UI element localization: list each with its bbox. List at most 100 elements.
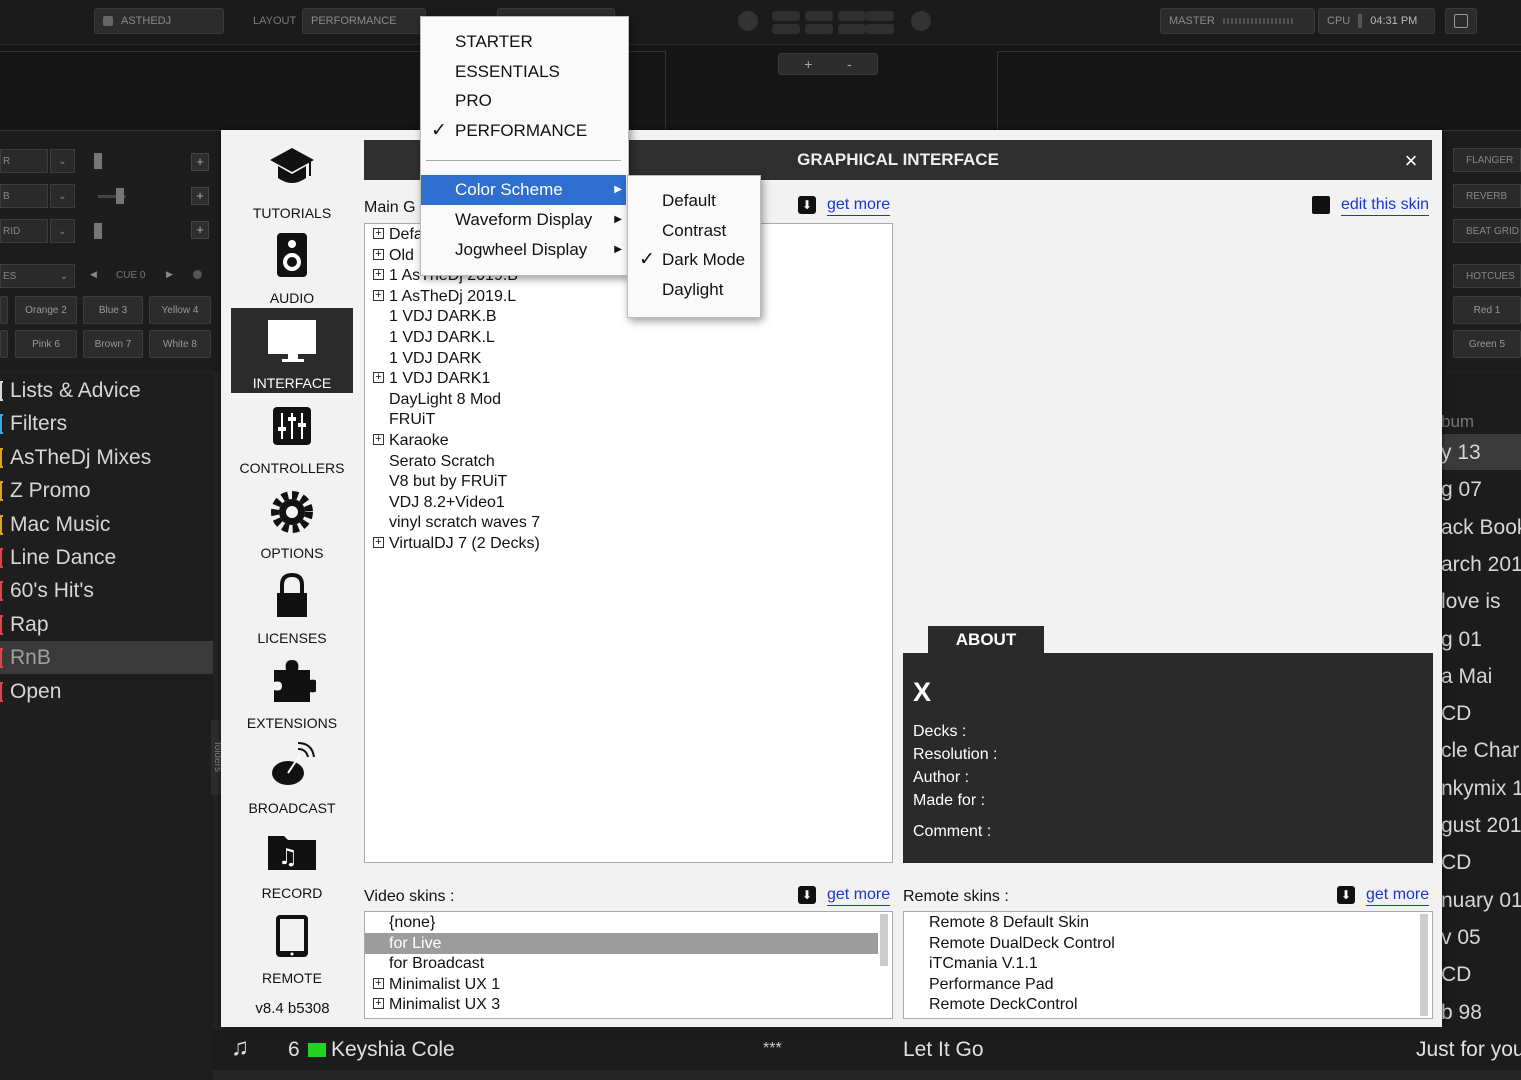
- list-item[interactable]: + Karaoke: [365, 430, 892, 451]
- effect-button-beatgrid[interactable]: BEAT GRID: [1453, 219, 1521, 243]
- list-item[interactable]: + Minimalist UX 3: [365, 994, 878, 1015]
- layout-select[interactable]: PERFORMANCE: [302, 8, 426, 34]
- deck-pill[interactable]: [838, 24, 866, 34]
- list-item[interactable]: Serato Scratch: [365, 451, 892, 472]
- expand-icon[interactable]: +: [373, 537, 384, 548]
- hotcue-pad[interactable]: [0, 330, 8, 358]
- browser-row-cell[interactable]: CD: [1441, 845, 1521, 881]
- expand-icon[interactable]: +: [373, 977, 384, 989]
- browser-row-cell[interactable]: CD: [1441, 957, 1521, 993]
- list-item[interactable]: + VirtualDJ 7 (2 Decks): [365, 533, 892, 554]
- track-row[interactable]: ♫ 6 Keyshia Cole *** Let It Go Just for …: [213, 1030, 1521, 1070]
- hotcue-pad[interactable]: White 8: [149, 330, 211, 358]
- download-icon[interactable]: ⬇: [1337, 886, 1355, 904]
- browser-row-cell[interactable]: gust 201: [1441, 808, 1521, 844]
- chevron-down-icon[interactable]: ⌄: [50, 149, 75, 173]
- pad-mode-hotcues[interactable]: HOTCUES: [1453, 264, 1521, 288]
- browser-row-cell[interactable]: nuary 01: [1441, 883, 1521, 919]
- effect-button-flanger[interactable]: FLANGER: [1453, 148, 1521, 172]
- list-item[interactable]: Performance Pad: [904, 974, 1417, 995]
- remote-get-more-link[interactable]: get more: [1366, 885, 1430, 906]
- folder-item[interactable]: Lists & Advice: [0, 374, 213, 407]
- deck-plus-button[interactable]: +: [804, 56, 812, 72]
- list-item[interactable]: iTCmania V.1.1: [904, 953, 1417, 974]
- menu-item[interactable]: Contrast: [628, 216, 758, 246]
- list-item[interactable]: +1 VDJ DARK1: [365, 368, 892, 389]
- nav-interface[interactable]: INTERFACE: [231, 308, 353, 393]
- list-item[interactable]: VDJ 8.2+Video1: [365, 492, 892, 513]
- hotcue-pad[interactable]: Brown 7: [83, 330, 143, 358]
- download-icon[interactable]: ⬇: [798, 886, 816, 904]
- nav-controllers[interactable]: CONTROLLERS: [231, 393, 353, 478]
- nav-record[interactable]: ♫ RECORD: [231, 818, 353, 903]
- expand-icon[interactable]: +: [373, 289, 384, 301]
- folder-item[interactable]: Open: [0, 675, 213, 708]
- nav-options[interactable]: OPTIONS: [231, 478, 353, 563]
- hotcue-pad[interactable]: Yellow 4: [149, 296, 211, 324]
- deck-pill[interactable]: [838, 11, 866, 21]
- browser-row-cell[interactable]: nkymix 1: [1441, 771, 1521, 807]
- video-skins-list[interactable]: {none} for Live for Broadcast + Minimalist U…: [364, 911, 893, 1019]
- deck-right-dot[interactable]: [911, 11, 931, 31]
- close-icon[interactable]: ×: [1398, 148, 1424, 174]
- effect-add-button[interactable]: +: [191, 221, 209, 239]
- pad-dot[interactable]: [193, 270, 202, 279]
- list-item[interactable]: V8 but by FRUiT: [365, 471, 892, 492]
- deck-minus-button[interactable]: -: [847, 56, 852, 72]
- folder-item[interactable]: Line Dance: [0, 541, 213, 574]
- list-item[interactable]: 1 VDJ DARK: [365, 348, 892, 369]
- effect-add-button[interactable]: +: [191, 187, 209, 205]
- effect-slider-knob[interactable]: [94, 223, 102, 239]
- hotcue-pad[interactable]: Green 5: [1453, 330, 1521, 358]
- browser-row-cell[interactable]: ack Book: [1441, 510, 1521, 546]
- main-skins-list[interactable]: +Defa+Old+1 AsTheDj 2019.B+1 AsTheDj 201…: [364, 223, 893, 863]
- folder-item[interactable]: Z Promo: [0, 474, 213, 507]
- chevron-down-icon[interactable]: ⌄: [50, 219, 75, 243]
- list-item[interactable]: for Broadcast: [365, 953, 878, 974]
- hotcue-pad[interactable]: Pink 6: [15, 330, 77, 358]
- hotcue-pad[interactable]: Orange 2: [15, 296, 77, 324]
- nav-audio[interactable]: AUDIO: [231, 223, 353, 308]
- browser-row-cell[interactable]: love is: [1441, 584, 1521, 620]
- edit-skin-link[interactable]: edit this skin: [1341, 195, 1430, 216]
- folder-item[interactable]: Rap: [0, 608, 213, 641]
- browser-row-cell[interactable]: b 98: [1441, 995, 1521, 1031]
- browser-row-cell[interactable]: a Mai: [1441, 659, 1521, 695]
- menu-item[interactable]: Daylight: [628, 275, 758, 305]
- hotcue-pad[interactable]: Red 1: [1453, 296, 1521, 324]
- effect-button-reverb[interactable]: REVERB: [1453, 184, 1521, 208]
- folder-item[interactable]: AsTheDj Mixes: [0, 441, 213, 474]
- effect-select-1[interactable]: R: [0, 149, 48, 173]
- folder-item[interactable]: RnB: [0, 641, 213, 675]
- menu-item[interactable]: Default: [628, 186, 758, 216]
- expand-icon[interactable]: +: [373, 434, 384, 445]
- browser-row-cell[interactable]: arch 2014: [1441, 547, 1521, 583]
- menu-item[interactable]: STARTER: [421, 27, 626, 57]
- list-item[interactable]: DayLight 8 Mod: [365, 389, 892, 410]
- expand-icon[interactable]: +: [373, 998, 384, 1010]
- menu-item[interactable]: Color Scheme ▶: [421, 175, 626, 205]
- browser-row-cell[interactable]: g 07: [1441, 472, 1521, 508]
- hotcue-pad[interactable]: Blue 3: [83, 296, 143, 324]
- deck-count-control[interactable]: + -: [778, 53, 878, 75]
- effect-select-3[interactable]: RID: [0, 219, 48, 243]
- list-item[interactable]: Remote DualDeck Control: [904, 933, 1417, 954]
- effect-slider-knob[interactable]: [94, 153, 102, 169]
- list-item[interactable]: + Minimalist UX 1: [365, 974, 878, 995]
- list-item[interactable]: 1 VDJ DARK.L: [365, 327, 892, 348]
- deck-pill[interactable]: [866, 11, 894, 21]
- prev-arrow-icon[interactable]: ◀: [90, 269, 97, 280]
- nav-remote[interactable]: REMOTE: [231, 903, 353, 988]
- expand-icon[interactable]: +: [373, 248, 384, 260]
- scrollbar[interactable]: [1420, 914, 1428, 1016]
- list-item[interactable]: for Live: [365, 932, 878, 954]
- save-icon[interactable]: [1312, 196, 1330, 214]
- menu-item[interactable]: Jogwheel Display ▶: [421, 235, 626, 265]
- pad-mode-select[interactable]: ES ⌄: [0, 264, 75, 288]
- list-item[interactable]: FRUiT: [365, 409, 892, 430]
- list-item[interactable]: {none}: [365, 912, 878, 933]
- settings-button[interactable]: [1445, 8, 1477, 34]
- deck-pill[interactable]: [805, 11, 833, 21]
- nav-licenses[interactable]: LICENSES: [231, 563, 353, 648]
- nav-extensions[interactable]: EXTENSIONS: [231, 648, 353, 733]
